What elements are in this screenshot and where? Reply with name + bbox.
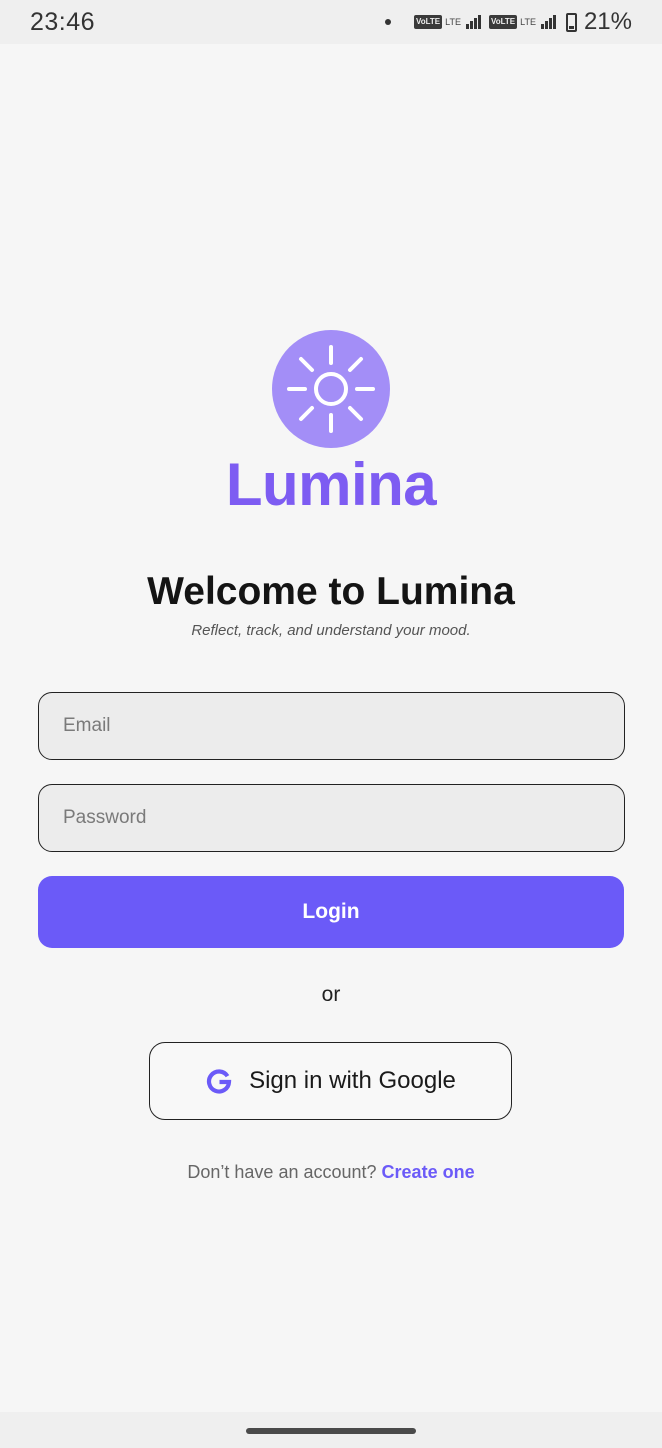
battery-icon: [565, 12, 577, 32]
login-button[interactable]: Login: [38, 876, 624, 948]
login-screen: 23:46 VoLTE LTE VoLTE LTE 21% Lumina Wel…: [0, 0, 662, 1448]
signal-icon: [465, 15, 481, 29]
or-divider: or: [321, 983, 341, 1006]
brand-wordmark: Lumina: [225, 451, 437, 518]
battery-percent: 21%: [583, 8, 632, 35]
password-field-container: [38, 784, 625, 852]
lte-label: LTE: [520, 17, 536, 27]
sun-icon: [272, 330, 390, 448]
volte-badge: VoLTE: [413, 15, 443, 29]
volte-badge: VoLTE: [488, 15, 518, 29]
status-icons: VoLTE LTE VoLTE LTE 21%: [384, 8, 632, 36]
page-subtitle: Reflect, track, and understand your mood…: [191, 622, 471, 639]
status-bar: 23:46 VoLTE LTE VoLTE LTE 21%: [0, 0, 662, 44]
google-icon: [207, 1069, 232, 1094]
page-title: Welcome to Lumina: [147, 570, 515, 613]
google-sign-in-button[interactable]: Sign in with Google: [149, 1042, 512, 1120]
navigation-bar: [0, 1412, 662, 1448]
home-indicator[interactable]: [246, 1428, 416, 1434]
lte-label: LTE: [445, 17, 461, 27]
google-sign-in-label: Sign in with Google: [249, 1067, 456, 1094]
signup-prompt: Don’t have an account? Create one: [0, 1162, 662, 1183]
notification-dot-icon: [384, 19, 391, 25]
email-field-container: [38, 692, 625, 760]
create-account-link[interactable]: Create one: [382, 1162, 475, 1182]
status-time: 23:46: [30, 7, 96, 36]
signal-icon: [540, 15, 556, 29]
email-field[interactable]: [39, 693, 624, 759]
password-field[interactable]: [39, 785, 624, 851]
signup-prompt-text: Don’t have an account?: [187, 1162, 377, 1182]
